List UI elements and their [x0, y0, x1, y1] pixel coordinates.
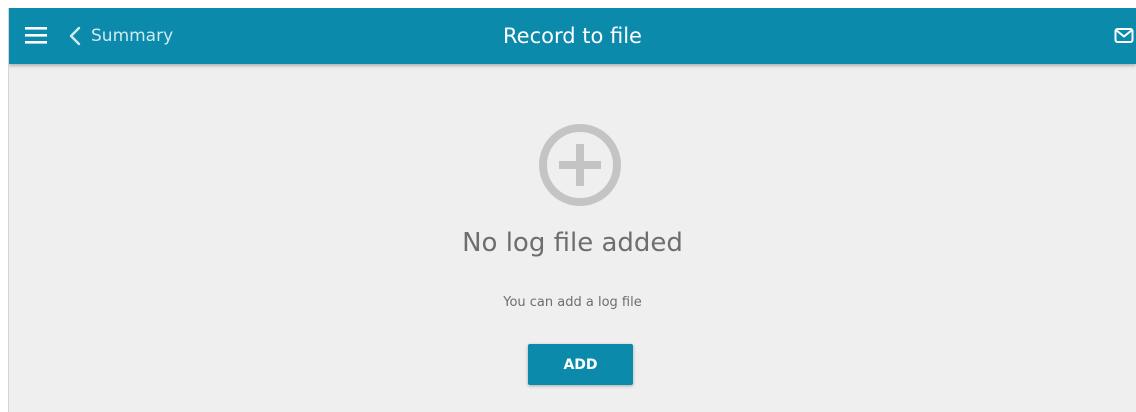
header-bar: Summary Record to file	[9, 8, 1136, 64]
page-title: Record to file	[503, 24, 642, 48]
app-frame: Summary Record to file No log file added…	[8, 8, 1136, 412]
notifications-button[interactable]	[1114, 27, 1134, 45]
envelope-icon	[1114, 28, 1134, 43]
plus-circle-icon	[539, 124, 621, 206]
empty-state-subtitle: You can add a log file	[503, 295, 642, 310]
add-log-file-button[interactable]: ADD	[528, 344, 633, 385]
empty-state-title: No log file added	[462, 228, 683, 258]
